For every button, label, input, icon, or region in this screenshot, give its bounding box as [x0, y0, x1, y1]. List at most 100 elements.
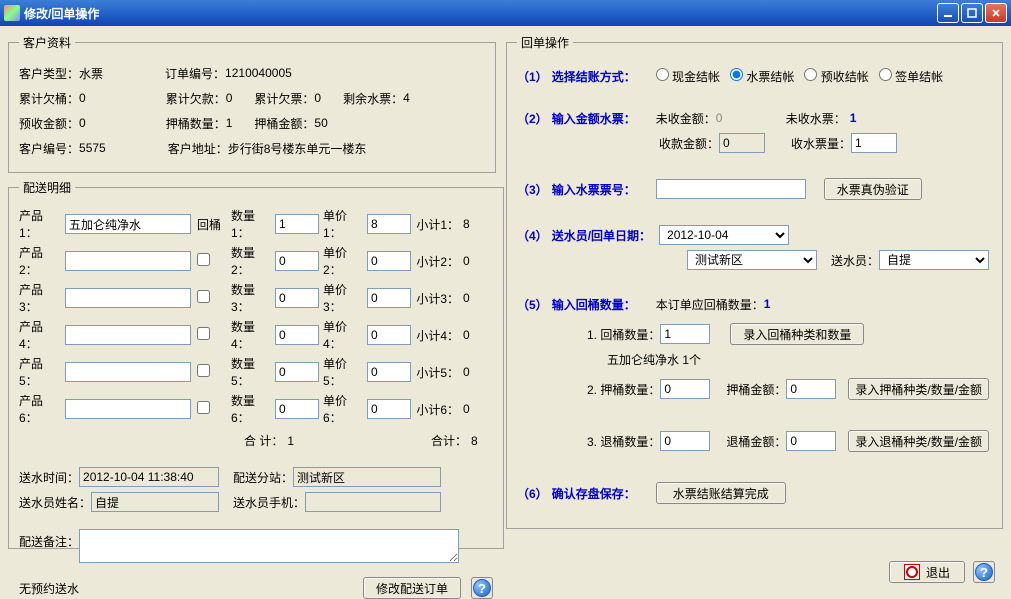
step3-no: （3）: [517, 181, 548, 198]
return-bucket-checkbox[interactable]: [197, 364, 210, 377]
courier-name-field[interactable]: [91, 492, 219, 512]
return-bucket-checkbox[interactable]: [197, 290, 210, 303]
price-field[interactable]: [367, 362, 411, 382]
verify-ticket-button[interactable]: 水票真伪验证: [824, 178, 922, 200]
step5-label: 输入回桶数量：: [552, 296, 636, 313]
recv-ticket-label: 收水票量：: [791, 135, 851, 152]
maximize-button[interactable]: [961, 3, 983, 23]
pay-options: 现金结帐 水票结帐 预收结帐 签单结帐: [656, 68, 953, 85]
step1-no: （1）: [517, 68, 548, 85]
delivery-time-field[interactable]: [79, 467, 219, 487]
courier-phone-field[interactable]: [305, 492, 441, 512]
pay-radio[interactable]: [804, 68, 817, 81]
cust-addr-label: 客户地址：: [168, 140, 228, 157]
qty-field[interactable]: [275, 251, 319, 271]
step2-label: 输入金额水票：: [552, 110, 636, 127]
price-field[interactable]: [367, 288, 411, 308]
pay-radio[interactable]: [656, 68, 669, 81]
product-row: 产品5： 数量5： 单价5： 小计5： 0: [19, 355, 493, 389]
remain-ticket-label: 剩余水票：: [343, 90, 403, 107]
courier-select[interactable]: 自提: [879, 250, 989, 270]
subtotal-label: 小计5：: [415, 364, 459, 381]
return-bucket-checkbox[interactable]: [197, 401, 210, 414]
exit-button[interactable]: 退出: [889, 561, 965, 583]
step4-label: 送水员/回单日期：: [552, 227, 651, 244]
subtotal-label: 小计2：: [415, 253, 459, 270]
price-field[interactable]: [367, 214, 411, 234]
pay-radio[interactable]: [879, 68, 892, 81]
product-name-field[interactable]: [65, 325, 191, 345]
product-row: 产品2： 数量2： 单价2： 小计2： 0: [19, 244, 493, 278]
product-label: 产品1：: [19, 207, 61, 241]
prepay-value: 0: [79, 116, 86, 130]
qty-field[interactable]: [275, 214, 319, 234]
return-qty-field[interactable]: [660, 324, 710, 344]
cust-type-value: 水票: [79, 65, 103, 82]
refund-type-button[interactable]: 录入退桶种类/数量/金额: [848, 430, 989, 452]
receipt-legend: 回单操作: [517, 34, 573, 51]
minimize-button[interactable]: [937, 3, 959, 23]
price-field[interactable]: [367, 325, 411, 345]
qty-field[interactable]: [275, 362, 319, 382]
help-icon: ?: [975, 563, 993, 581]
window-buttons: [937, 3, 1007, 23]
pay-option[interactable]: 水票结帐: [730, 70, 794, 84]
refund-qty-field[interactable]: [660, 431, 710, 451]
refund-amt-field[interactable]: [786, 431, 836, 451]
pay-radio[interactable]: [730, 68, 743, 81]
pay-option[interactable]: 现金结帐: [656, 70, 720, 84]
close-button[interactable]: [985, 3, 1007, 23]
station-field[interactable]: [293, 467, 441, 487]
pay-option[interactable]: 签单结帐: [879, 70, 943, 84]
remark-label: 配送备注：: [19, 529, 79, 550]
remark-field[interactable]: [79, 529, 459, 563]
product-name-field[interactable]: [65, 214, 191, 234]
remain-ticket-value: 4: [403, 91, 410, 105]
return-date-select[interactable]: 2012-10-04: [659, 225, 789, 245]
refund-qty-label: 3. 退桶数量：: [587, 433, 660, 450]
price-field[interactable]: [367, 399, 411, 419]
price-field[interactable]: [367, 251, 411, 271]
pay-option[interactable]: 预收结帐: [804, 70, 868, 84]
subtotal-value: 0: [463, 402, 493, 416]
return-station-select[interactable]: 测试新区: [687, 250, 817, 270]
cust-type-label: 客户类型：: [19, 65, 79, 82]
product-name-field[interactable]: [65, 288, 191, 308]
owe-money-value: 0: [226, 91, 233, 105]
deposit-qty-field[interactable]: [660, 379, 710, 399]
return-bucket-checkbox[interactable]: [197, 253, 210, 266]
product-label: 产品5：: [19, 355, 61, 389]
step6-no: （6）: [517, 485, 548, 502]
product-name-field[interactable]: [65, 251, 191, 271]
no-appointment-label: 无预约送水: [19, 580, 79, 597]
recv-amt-field[interactable]: [719, 133, 765, 153]
product-name-field[interactable]: [65, 399, 191, 419]
qty-label: 数量5：: [231, 355, 271, 389]
unpaid-ticket-label: 未收水票：: [786, 110, 846, 127]
qty-field[interactable]: [275, 325, 319, 345]
qty-field[interactable]: [275, 399, 319, 419]
window-title: 修改/回单操作: [24, 5, 937, 22]
deposit-type-button[interactable]: 录入押桶种类/数量/金额: [848, 378, 989, 400]
help-button[interactable]: ?: [471, 577, 493, 599]
qty-field[interactable]: [275, 288, 319, 308]
deposit-amt-label: 押桶金额：: [254, 115, 314, 132]
refund-amt-label: 退桶金额：: [726, 433, 786, 450]
deposit-amt-field[interactable]: [786, 379, 836, 399]
step3-label: 输入水票票号：: [552, 181, 636, 198]
return-type-button[interactable]: 录入回桶种类和数量: [730, 323, 864, 345]
deposit-amt-value: 50: [314, 116, 327, 130]
qty-label: 数量4：: [231, 318, 271, 352]
recv-ticket-field[interactable]: [851, 133, 897, 153]
step4-no: （4）: [517, 227, 548, 244]
modify-order-button[interactable]: 修改配送订单: [363, 577, 461, 599]
footer-help-button[interactable]: ?: [973, 561, 995, 583]
qty-label: 数量3：: [231, 281, 271, 315]
ticket-no-field[interactable]: [656, 179, 806, 199]
subtotal-value: 0: [463, 254, 493, 268]
return-bucket-checkbox[interactable]: [197, 327, 210, 340]
subtotal-label: 小计4：: [415, 327, 459, 344]
product-name-field[interactable]: [65, 362, 191, 382]
confirm-save-button[interactable]: 水票结账结算完成: [656, 482, 786, 504]
totals-qty-label: 合 计：: [244, 432, 283, 449]
